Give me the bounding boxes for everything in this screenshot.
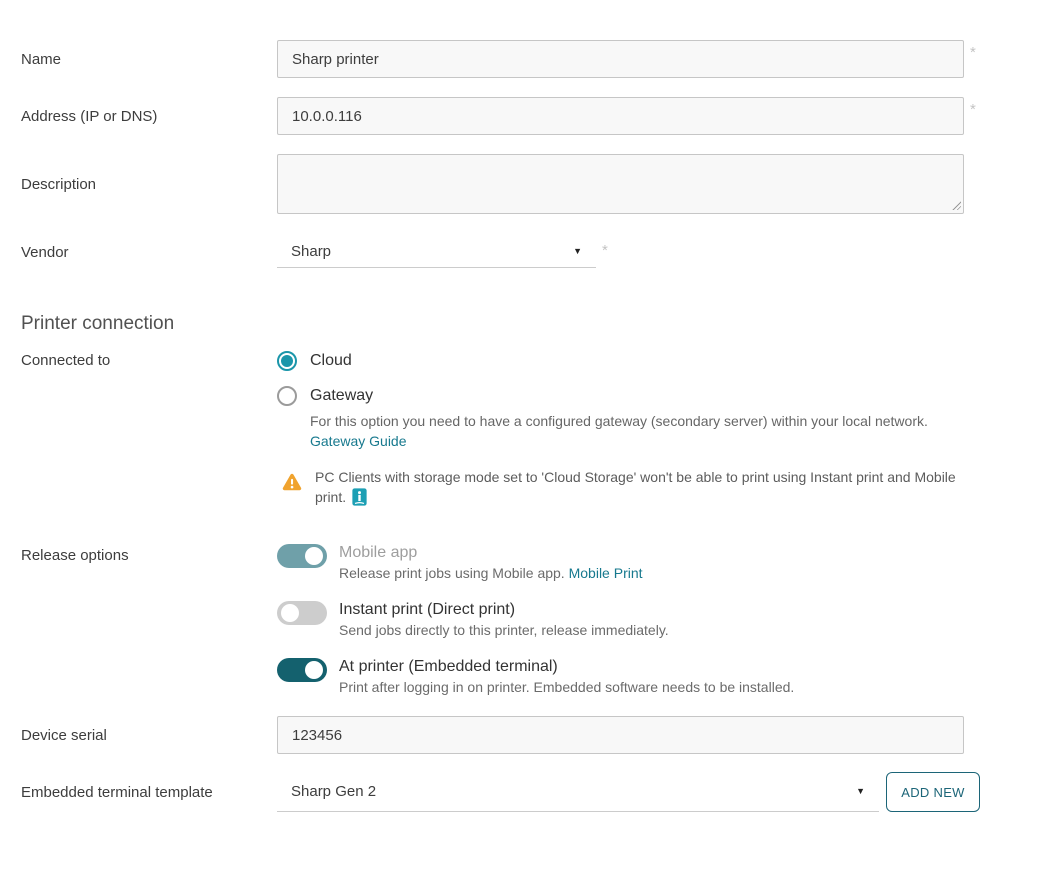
chevron-down-icon: ▼ xyxy=(573,247,582,256)
chevron-down-icon: ▼ xyxy=(856,787,865,796)
toggle-knob xyxy=(305,661,323,679)
form-row-release-options: Release options Mobile app Release print… xyxy=(21,543,1049,697)
description-textarea[interactable] xyxy=(277,154,964,214)
toggle-knob xyxy=(305,547,323,565)
form-row-name: Name * xyxy=(21,40,1049,78)
embedded-terminal-template-value: Sharp Gen 2 xyxy=(291,783,376,800)
at-printer-description: Print after logging in on printer. Embed… xyxy=(339,677,794,697)
mobile-app-toggle[interactable] xyxy=(277,544,327,568)
mobile-print-link[interactable]: Mobile Print xyxy=(569,565,643,581)
form-row-embedded-terminal-template: Embedded terminal template Sharp Gen 2 ▼… xyxy=(21,772,1049,812)
release-options-label: Release options xyxy=(21,543,277,564)
address-input[interactable] xyxy=(277,97,964,135)
cloud-storage-warning: PC Clients with storage mode set to 'Clo… xyxy=(282,467,1049,507)
embedded-terminal-template-select[interactable]: Sharp Gen 2 ▼ xyxy=(277,772,879,812)
at-printer-label: At printer (Embedded terminal) xyxy=(339,657,794,677)
instant-print-description: Send jobs directly to this printer, rele… xyxy=(339,620,669,640)
gateway-description-text: For this option you need to have a confi… xyxy=(310,411,1000,431)
form-row-connected-to: Connected to Cloud Gateway For this opti… xyxy=(21,349,1049,507)
info-book-icon[interactable] xyxy=(352,488,367,506)
mobile-app-description: Release print jobs using Mobile app. Mob… xyxy=(339,563,643,583)
section-title-printer-connection: Printer connection xyxy=(21,311,1049,337)
device-serial-label: Device serial xyxy=(21,727,277,744)
radio-icon xyxy=(277,386,297,406)
warning-icon xyxy=(282,473,302,491)
instant-print-toggle[interactable] xyxy=(277,601,327,625)
vendor-select-value: Sharp xyxy=(291,243,331,260)
vendor-select[interactable]: Sharp ▼ xyxy=(277,236,596,268)
form-row-address: Address (IP or DNS) * xyxy=(21,97,1049,135)
gateway-guide-link[interactable]: Gateway Guide xyxy=(310,431,407,451)
printer-edit-form: Name * Address (IP or DNS) * Description… xyxy=(0,0,1049,812)
vendor-label: Vendor xyxy=(21,244,277,261)
address-label: Address (IP or DNS) xyxy=(21,108,277,125)
radio-gateway[interactable]: Gateway xyxy=(277,384,1049,408)
form-row-vendor: Vendor Sharp ▼ * xyxy=(21,236,1049,268)
form-row-device-serial: Device serial xyxy=(21,716,1049,754)
toggle-knob xyxy=(281,604,299,622)
required-marker: * xyxy=(970,44,976,61)
warning-text: PC Clients with storage mode set to 'Clo… xyxy=(315,467,965,507)
name-input[interactable] xyxy=(277,40,964,78)
form-row-description: Description xyxy=(21,154,1049,214)
radio-cloud[interactable]: Cloud xyxy=(277,349,1049,373)
embedded-terminal-template-label: Embedded terminal template xyxy=(21,784,277,801)
radio-gateway-label: Gateway xyxy=(310,387,373,405)
gateway-description: For this option you need to have a confi… xyxy=(310,411,1000,451)
release-option-instant-print: Instant print (Direct print) Send jobs d… xyxy=(277,600,1049,640)
mobile-app-label: Mobile app xyxy=(339,543,643,563)
release-option-mobile-app: Mobile app Release print jobs using Mobi… xyxy=(277,543,1049,583)
radio-icon xyxy=(277,351,297,371)
device-serial-input[interactable] xyxy=(277,716,964,754)
release-option-at-printer: At printer (Embedded terminal) Print aft… xyxy=(277,657,1049,697)
description-label: Description xyxy=(21,176,277,193)
radio-cloud-label: Cloud xyxy=(310,352,352,370)
required-marker: * xyxy=(970,101,976,118)
add-new-button[interactable]: ADD NEW xyxy=(886,772,980,812)
required-marker: * xyxy=(602,242,608,259)
instant-print-label: Instant print (Direct print) xyxy=(339,600,669,620)
connected-to-label: Connected to xyxy=(21,349,277,369)
at-printer-toggle[interactable] xyxy=(277,658,327,682)
name-label: Name xyxy=(21,51,277,68)
